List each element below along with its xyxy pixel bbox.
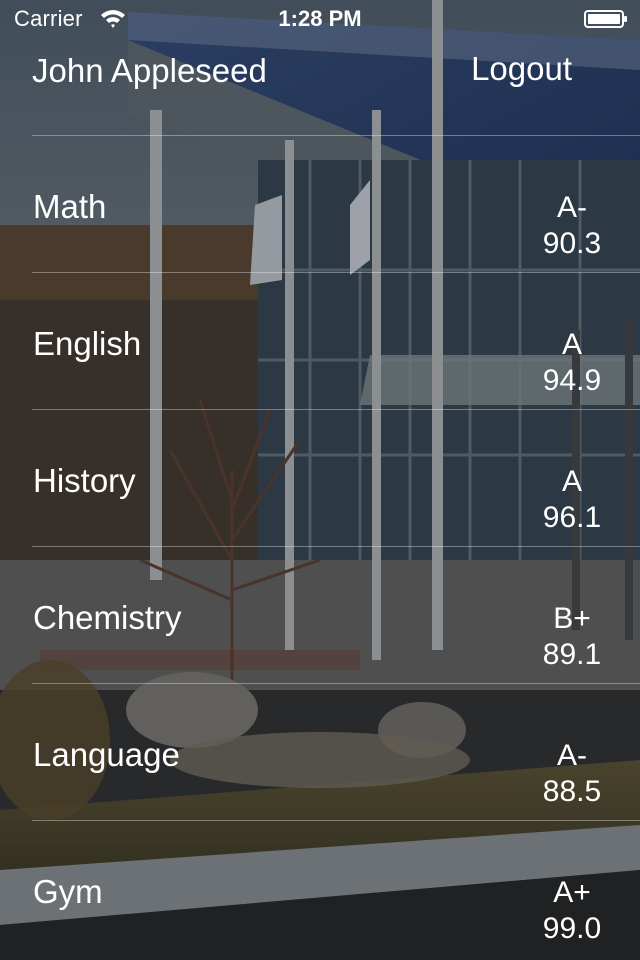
header: John Appleseed Logout — [0, 40, 640, 136]
grade-row-language[interactable]: Language A- 88.5 — [0, 684, 640, 821]
clock-label: 1:28 PM — [278, 6, 362, 31]
numeric-score: 99.0 — [542, 912, 602, 945]
battery-icon — [584, 10, 627, 28]
letter-grade: A — [561, 328, 582, 361]
grade-row-gym[interactable]: Gym A+ 99.0 — [0, 821, 640, 958]
subject-label: Language — [33, 736, 180, 773]
subject-label: English — [33, 325, 142, 362]
grade-value: A 94.9 — [532, 327, 612, 399]
grade-value: B+ 89.1 — [532, 601, 612, 673]
subject-label: Math — [33, 188, 107, 225]
grade-value: A- 90.3 — [532, 190, 612, 262]
grade-row-history[interactable]: History A 96.1 — [0, 410, 640, 547]
numeric-score: 89.1 — [542, 638, 602, 671]
grade-row-math[interactable]: Math A- 90.3 — [0, 136, 640, 273]
grade-row-english[interactable]: English A 94.9 — [0, 273, 640, 410]
subject-label: Gym — [33, 873, 103, 910]
grades-screen: Carrier 1:28 PM John Appleseed Logout Ma… — [0, 0, 640, 960]
user-name: John Appleseed — [32, 52, 267, 89]
numeric-score: 88.5 — [542, 775, 602, 808]
numeric-score: 94.9 — [542, 364, 602, 397]
subject-label: History — [33, 462, 136, 499]
letter-grade: A- — [557, 191, 587, 224]
grade-row-chemistry[interactable]: Chemistry B+ 89.1 — [0, 547, 640, 684]
grade-value: A 96.1 — [532, 464, 612, 536]
subject-label: Chemistry — [33, 599, 182, 636]
letter-grade: B+ — [553, 602, 591, 635]
grade-list: Math A- 90.3 English A 94.9 History A 96… — [0, 136, 640, 958]
letter-grade: A — [561, 465, 582, 498]
numeric-score: 90.3 — [542, 227, 602, 260]
grade-value: A- 88.5 — [532, 738, 612, 810]
status-bar: Carrier 1:28 PM — [0, 0, 640, 40]
letter-grade: A- — [557, 739, 587, 772]
letter-grade: A+ — [553, 876, 591, 909]
numeric-score: 96.1 — [542, 501, 602, 534]
grade-value: A+ 99.0 — [532, 875, 612, 947]
logout-button[interactable]: Logout — [471, 50, 572, 88]
